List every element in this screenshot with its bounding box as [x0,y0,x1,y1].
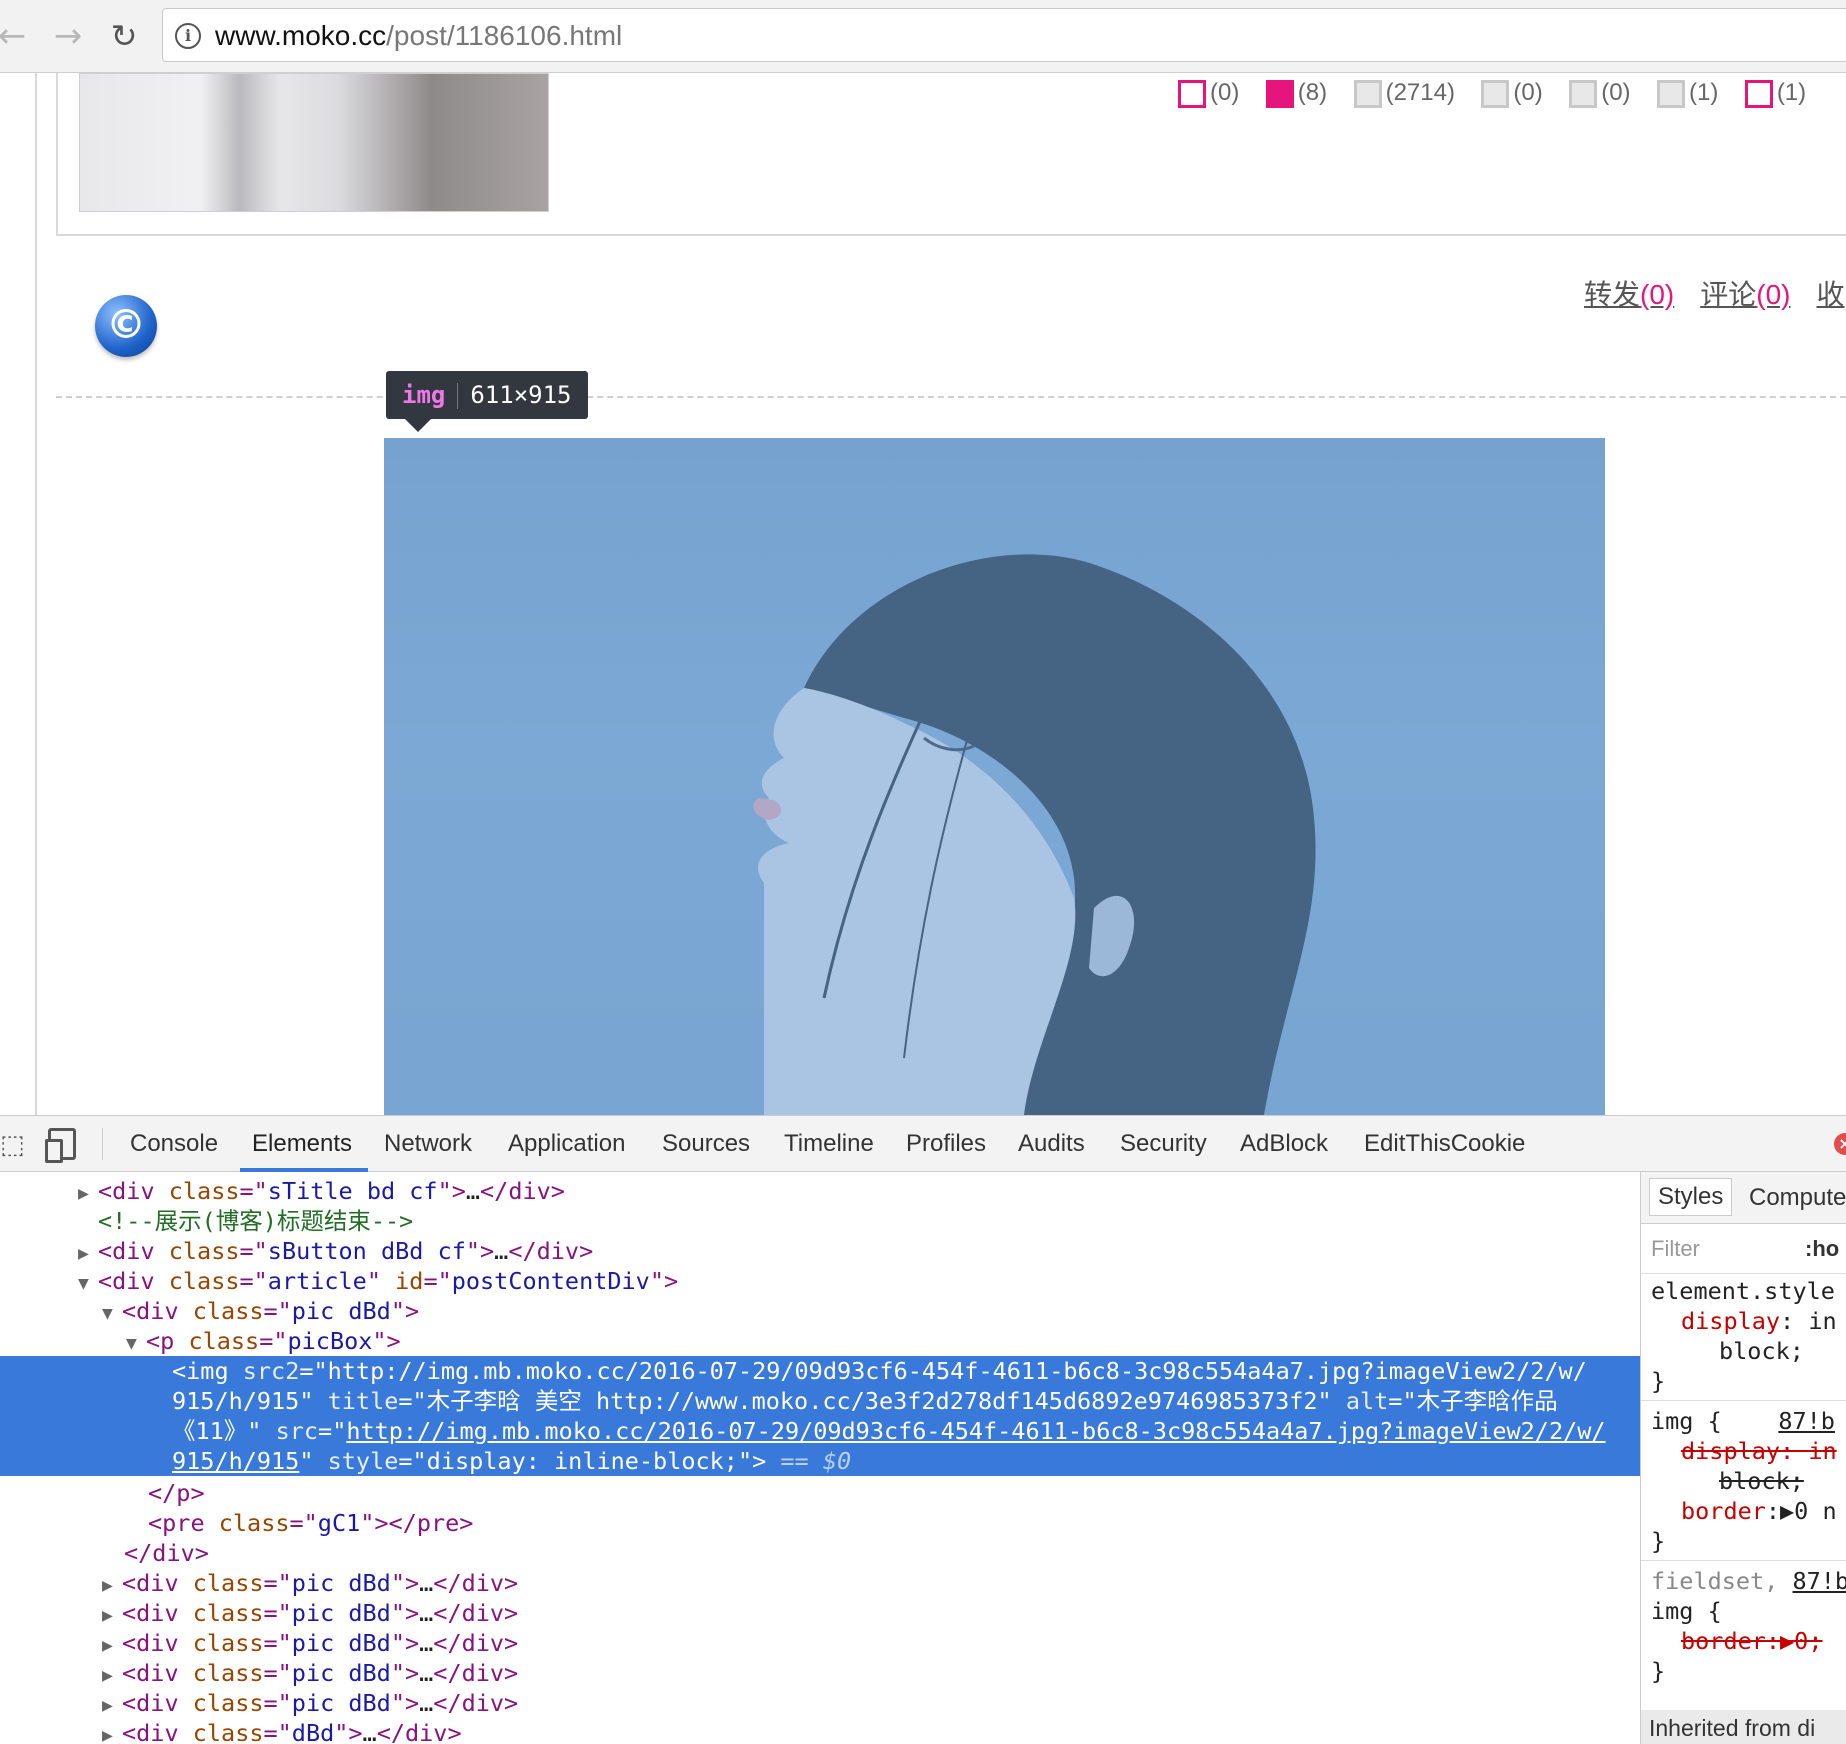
tab-audits[interactable]: Audits [1018,1130,1085,1158]
stat-views[interactable]: (2714) [1353,79,1455,108]
devtools-tabbar: ⬚ Console Elements Network Application S… [0,1116,1846,1172]
tab-editthiscookie[interactable]: EditThisCookie [1364,1130,1525,1158]
view-icon [1353,79,1382,108]
stat-likes[interactable]: (1) [1657,79,1718,108]
tab-computed[interactable]: Compute [1749,1184,1846,1212]
tab-console[interactable]: Console [130,1130,218,1158]
back-arrow-icon[interactable]: ← [0,14,32,58]
stat-film[interactable]: (8) [1265,79,1327,108]
tab-profiles[interactable]: Profiles [906,1130,986,1158]
web-page: (0) (8) (2714) (0) (0) (1) (1) © 转发(0) 评论… [0,73,1846,1115]
share-icon [1569,79,1598,108]
dom-comment[interactable]: <!--展示(博客)标题结束--> [0,1206,1640,1236]
error-badge-icon[interactable]: × [1834,1133,1846,1155]
post-actions: 转发(0) 评论(0) 收 [1584,273,1846,313]
stat-shares[interactable]: (0) [1569,79,1631,108]
dom-node[interactable]: ▶ <div class="pic dBd">…</div> [0,1628,1640,1658]
previous-photo[interactable] [79,73,549,212]
dom-node[interactable]: ▼ <div class="pic dBd"> [0,1296,1640,1326]
dom-node[interactable]: ▼ <p class="picBox"> [0,1326,1640,1356]
forward-arrow-icon[interactable]: → [48,14,88,58]
film-icon [1265,79,1294,108]
browser-toolbar: ← → ↻ i www.moko.cc/post/1186106.html [0,0,1846,73]
tab-network[interactable]: Network [384,1130,472,1158]
filter-placeholder: Filter [1651,1236,1700,1261]
devtools-panel: ⬚ Console Elements Network Application S… [0,1115,1846,1744]
dom-tree[interactable]: ▶ <div class="sTitle bd cf">…</div> <!--展… [0,1172,1640,1744]
tab-styles[interactable]: Styles [1649,1178,1733,1216]
tv-icon [1178,79,1206,108]
dashed-divider [56,396,1846,398]
selected-dom-node[interactable]: <img src2="http://img.mb.moko.cc/2016-07… [0,1356,1640,1476]
share-link[interactable]: 转发(0) [1584,279,1674,310]
inspect-element-icon[interactable]: ⬚ [0,1130,28,1160]
post-photo[interactable] [384,438,1605,1115]
dom-node[interactable]: </div> [0,1538,1640,1568]
reload-icon[interactable]: ↻ [104,14,144,58]
dom-node[interactable]: ▼ <div class="article" id="postContentDiv… [0,1266,1640,1296]
comment-link[interactable]: 评论(0) [1700,279,1790,310]
tab-adblock[interactable]: AdBlock [1240,1130,1328,1158]
stat-comments[interactable]: (0) [1481,79,1543,108]
styles-pane: Styles Compute Filter :ho element.style … [1640,1172,1846,1744]
dom-node[interactable]: ▶ <div class="pic dBd">…</div> [0,1658,1640,1688]
styles-tabbar: Styles Compute [1641,1172,1846,1224]
copyright-icon: © [95,295,157,357]
dom-node[interactable]: ▶ <div class="pic dBd">…</div> [0,1598,1640,1628]
collect-link[interactable]: 收 [1817,279,1845,310]
element-highlight-overlay [384,438,1605,1115]
address-bar[interactable]: i www.moko.cc/post/1186106.html [162,8,1846,62]
tab-elements[interactable]: Elements [252,1130,352,1158]
tab-sources[interactable]: Sources [662,1130,750,1158]
tab-timeline[interactable]: Timeline [784,1130,874,1158]
page-border [35,73,37,1115]
dom-node[interactable]: ▶ <div class="dBd">…</div> [0,1718,1640,1744]
inherited-from-header: Inherited from di [1641,1710,1846,1744]
comment-icon [1481,79,1510,108]
dom-node[interactable]: ▶ <div class="sButton dBd cf">…</div> [0,1236,1640,1266]
url-text[interactable]: www.moko.cc/post/1186106.html [215,20,622,52]
inspect-tooltip: img 611×915 [386,371,588,419]
recommend-icon [1744,79,1773,108]
info-icon[interactable]: i [175,23,201,49]
tooltip-arrow [404,418,432,432]
dom-node[interactable]: ▶ <div class="pic dBd">…</div> [0,1688,1640,1718]
styles-filter[interactable]: Filter :ho [1641,1224,1846,1274]
stat-recommend[interactable]: (1) [1744,79,1806,108]
tab-application[interactable]: Application [508,1130,625,1158]
tab-divider [102,1128,103,1160]
hover-toggle[interactable]: :ho [1805,1236,1839,1262]
tab-security[interactable]: Security [1120,1130,1207,1158]
device-toolbar-icon[interactable] [45,1128,76,1163]
post-stats: (0) (8) (2714) (0) (0) (1) (1) [1178,79,1828,119]
dom-node[interactable]: </p> [0,1478,1640,1508]
stat-tv[interactable]: (0) [1178,79,1239,108]
heart-icon [1657,79,1686,108]
dom-node[interactable]: ▶ <div class="sTitle bd cf">…</div> [0,1176,1640,1206]
dom-node[interactable]: ▶ <div class="pic dBd">…</div> [0,1568,1640,1598]
dom-node[interactable]: <pre class="gC1"></pre> [0,1508,1640,1538]
